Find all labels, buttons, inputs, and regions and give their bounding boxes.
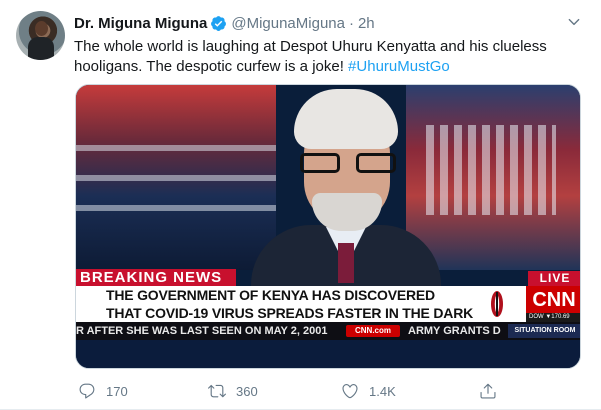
tweet-card[interactable]: Dr. Miguna Miguna @MigunaMiguna · 2h The…	[0, 0, 601, 410]
header-separator: ·	[348, 14, 354, 32]
caret-down-icon[interactable]	[567, 15, 581, 29]
retweet-count: 360	[236, 383, 258, 399]
tweet-text-body: The whole world is laughing at Despot Uh…	[74, 38, 547, 75]
reply-count: 170	[106, 383, 128, 399]
ticker-text-left: R AFTER SHE WAS LAST SEEN ON MAY 2, 2001	[76, 325, 328, 337]
broadcast-bottom-band	[76, 340, 580, 368]
share-button[interactable]	[479, 381, 497, 401]
live-label: LIVE	[528, 271, 580, 286]
anchor-hair	[294, 89, 398, 149]
headline-banner: THE GOVERNMENT OF KENYA HAS DISCOVERED T…	[76, 286, 526, 322]
like-icon	[342, 384, 358, 399]
tweet-header: Dr. Miguna Miguna @MigunaMiguna · 2h	[74, 13, 375, 33]
anchor-tie	[338, 243, 354, 283]
retweet-icon	[208, 384, 226, 398]
news-ticker: R AFTER SHE WAS LAST SEEN ON MAY 2, 2001…	[76, 322, 580, 340]
author-handle[interactable]: @MigunaMiguna	[231, 15, 345, 32]
situation-room-label: SITUATION ROOM	[508, 324, 580, 338]
hashtag-link[interactable]: #UhuruMustGo	[348, 58, 450, 75]
verified-badge-icon	[211, 15, 227, 31]
anchor-glasses	[300, 153, 396, 175]
author-name[interactable]: Dr. Miguna Miguna	[74, 15, 207, 32]
like-button[interactable]: 1.4K	[341, 381, 396, 401]
share-icon	[480, 383, 496, 399]
avatar-figure-head	[35, 21, 48, 36]
tweet-media-image[interactable]: BREAKING NEWS LIVE THE GOVERNMENT OF KEN…	[75, 84, 581, 369]
breaking-news-label: BREAKING NEWS	[76, 269, 236, 286]
tweet-timestamp[interactable]: 2h	[358, 15, 375, 32]
avatar[interactable]	[16, 11, 65, 60]
headline-line-1: THE GOVERNMENT OF KENYA HAS DISCOVERED	[106, 287, 435, 303]
reply-icon	[79, 383, 95, 399]
tweet-text: The whole world is laughing at Despot Uh…	[74, 37, 584, 77]
cnn-logo: CNN DOW ▼170.69	[526, 286, 580, 322]
dow-ticker: DOW ▼170.69	[526, 313, 580, 322]
kenya-shield-icon	[491, 291, 503, 317]
tweet-actions: 170 360 1.4K	[74, 381, 594, 401]
news-anchor	[246, 85, 446, 295]
cnn-com-pill: CNN.com	[346, 325, 400, 337]
reply-button[interactable]: 170	[78, 381, 128, 401]
headline-line-2: THAT COVID-19 VIRUS SPREADS FASTER IN TH…	[106, 305, 474, 321]
avatar-figure-body	[28, 37, 54, 60]
like-count: 1.4K	[369, 383, 396, 399]
cnn-logo-text: CNN	[532, 289, 576, 311]
retweet-button[interactable]: 360	[208, 381, 258, 401]
ticker-text-right: ARMY GRANTS D	[408, 325, 501, 337]
